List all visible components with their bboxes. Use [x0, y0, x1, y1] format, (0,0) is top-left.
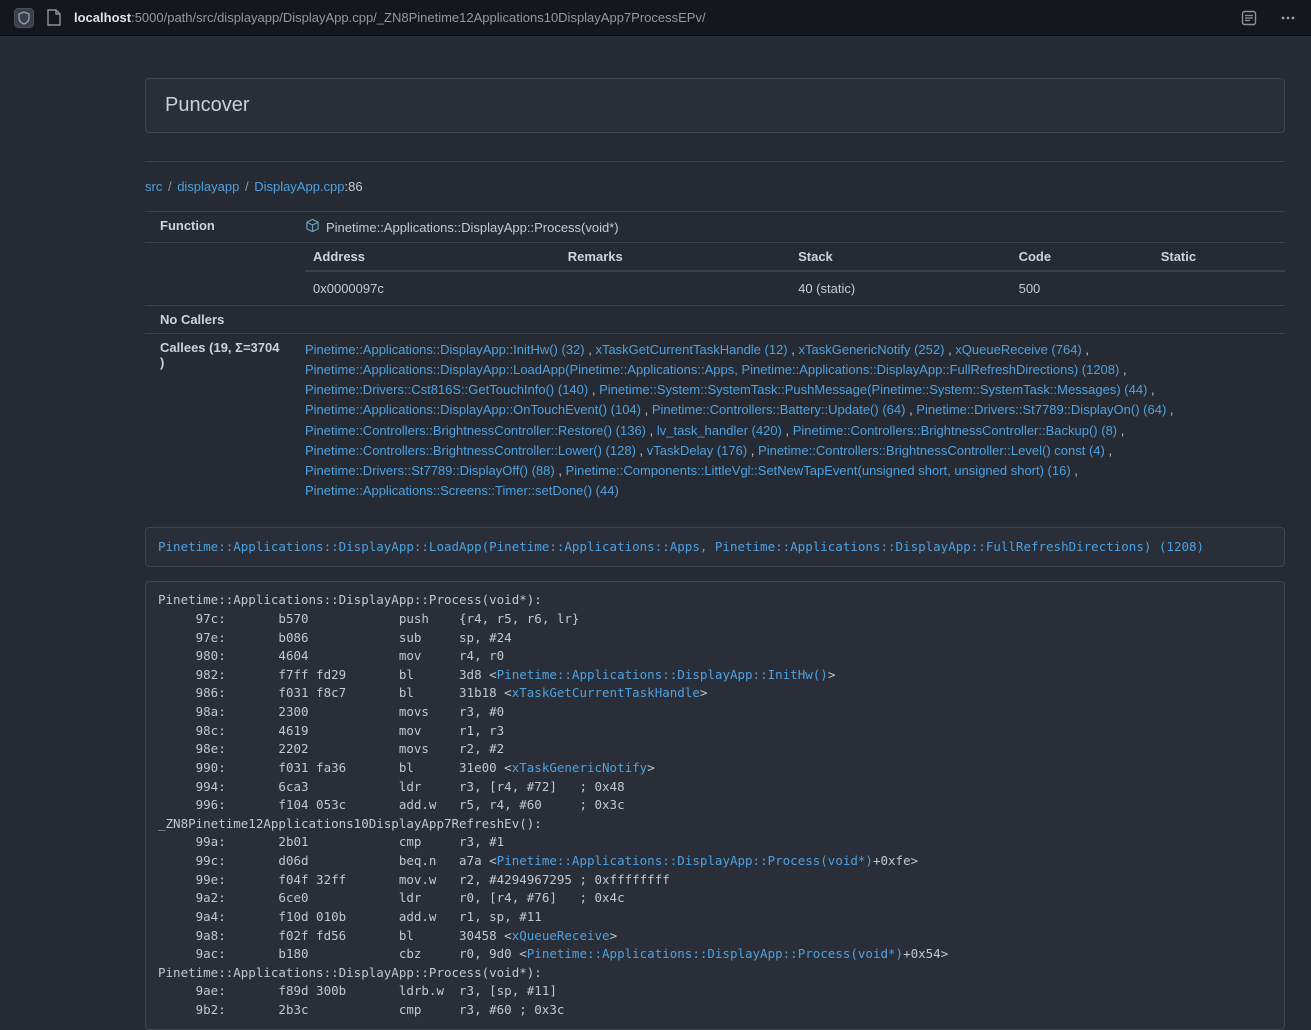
callee-link[interactable]: Pinetime::Controllers::BrightnessControl… — [793, 423, 1117, 438]
stats-column-header: Static — [1153, 243, 1285, 271]
page-icon — [47, 9, 61, 26]
disasm-line: Pinetime::Applications::DisplayApp::Proc… — [158, 964, 1272, 983]
method-cube-icon — [305, 218, 320, 236]
toolbar-left: localhost:5000/path/src/displayapp/Displ… — [14, 8, 1241, 28]
function-stats-row: AddressRemarksStackCodeStatic 0x0000097c… — [145, 243, 1285, 306]
disasm-line: 97c: b570 push {r4, r5, r6, lr} — [158, 610, 1272, 629]
disasm-line: 9a4: f10d 010b add.w r1, sp, #11 — [158, 908, 1272, 927]
callee-link[interactable]: Pinetime::Drivers::St7789::DisplayOff() … — [305, 463, 555, 478]
callee-link[interactable]: Pinetime::Controllers::BrightnessControl… — [305, 443, 636, 458]
url-path: :5000/path/src/displayapp/DisplayApp.cpp… — [131, 10, 706, 25]
disasm-line: 9b2: 2b3c cmp r3, #60 ; 0x3c — [158, 1001, 1272, 1020]
disasm-line: 99a: 2b01 cmp r3, #1 — [158, 833, 1272, 852]
function-table: Function Pinetime::Applications::Display… — [145, 211, 1285, 507]
reader-mode-icon[interactable] — [1241, 10, 1257, 26]
callees-label: Callees (19, Σ=3704 ) — [145, 334, 290, 508]
stats-column-header: Remarks — [560, 243, 790, 271]
stats-column-header: Code — [1011, 243, 1153, 271]
disasm-line: 9a8: f02f fd56 bl 30458 <xQueueReceive> — [158, 927, 1272, 946]
divider — [145, 161, 1285, 162]
url-bar[interactable]: localhost:5000/path/src/displayapp/Displ… — [74, 10, 706, 25]
callee-link[interactable]: xQueueReceive (764) — [955, 342, 1081, 357]
disasm-line: 99c: d06d beq.n a7a <Pinetime::Applicati… — [158, 852, 1272, 871]
disasm-line: 996: f104 053c add.w r5, r4, #60 ; 0x3c — [158, 796, 1272, 815]
callee-link[interactable]: Pinetime::Controllers::BrightnessControl… — [758, 443, 1105, 458]
disasm-line: 97e: b086 sub sp, #24 — [158, 629, 1272, 648]
breadcrumb-separator: / — [239, 179, 254, 194]
callee-link[interactable]: xTaskGenericNotify (252) — [799, 342, 945, 357]
stats-column-header: Stack — [790, 243, 1011, 271]
stats-cell: 500 — [1011, 271, 1153, 305]
toolbar-right — [1241, 9, 1297, 27]
disasm-line: Pinetime::Applications::DisplayApp::Proc… — [158, 591, 1272, 610]
app-header-panel: Puncover — [145, 78, 1285, 133]
browser-toolbar: localhost:5000/path/src/displayapp/Displ… — [0, 0, 1311, 36]
disasm-line: 994: 6ca3 ldr r3, [r4, #72] ; 0x48 — [158, 778, 1272, 797]
breadcrumb-link[interactable]: DisplayApp.cpp — [254, 179, 344, 194]
function-name: Pinetime::Applications::DisplayApp::Proc… — [326, 220, 619, 235]
callee-link[interactable]: Pinetime::Drivers::St7789::DisplayOn() (… — [916, 402, 1166, 417]
symbol-link[interactable]: Pinetime::Applications::DisplayApp::Proc… — [527, 946, 903, 961]
callee-link[interactable]: vTaskDelay (176) — [647, 443, 747, 458]
menu-ellipsis-icon[interactable] — [1279, 9, 1297, 27]
function-row: Function Pinetime::Applications::Display… — [145, 212, 1285, 243]
symbol-link[interactable]: xTaskGenericNotify — [512, 760, 647, 775]
symbol-link[interactable]: xQueueReceive — [512, 928, 610, 943]
function-stats-table: AddressRemarksStackCodeStatic 0x0000097c… — [305, 243, 1285, 305]
symbol-link[interactable]: Pinetime::Applications::DisplayApp::Init… — [497, 667, 828, 682]
breadcrumb-line-suffix: :86 — [345, 179, 363, 194]
callee-link[interactable]: xTaskGetCurrentTaskHandle (12) — [595, 342, 787, 357]
selected-callee-box: Pinetime::Applications::DisplayApp::Load… — [145, 527, 1285, 567]
breadcrumb-link[interactable]: src — [145, 179, 162, 194]
disasm-line: 99e: f04f 32ff mov.w r2, #4294967295 ; 0… — [158, 871, 1272, 890]
disasm-line: 98e: 2202 movs r2, #2 — [158, 740, 1272, 759]
page-container: Puncover src / displayapp / DisplayApp.c… — [145, 78, 1285, 1030]
function-label: Function — [145, 212, 290, 243]
callee-link[interactable]: lv_task_handler (420) — [657, 423, 782, 438]
selected-callee-link[interactable]: Pinetime::Applications::DisplayApp::Load… — [158, 539, 1204, 554]
callee-link[interactable]: Pinetime::Applications::Screens::Timer::… — [305, 483, 619, 498]
symbol-link[interactable]: xTaskGetCurrentTaskHandle — [512, 685, 700, 700]
disasm-line: 98c: 4619 mov r1, r3 — [158, 722, 1272, 741]
app-title: Puncover — [165, 94, 250, 116]
callee-link[interactable]: Pinetime::Applications::DisplayApp::Init… — [305, 342, 585, 357]
disassembly-block: Pinetime::Applications::DisplayApp::Proc… — [145, 581, 1285, 1030]
symbol-link[interactable]: Pinetime::Applications::DisplayApp::Proc… — [497, 853, 873, 868]
stats-column-header: Address — [305, 243, 560, 271]
stats-cell — [560, 271, 790, 305]
callee-link[interactable]: Pinetime::Applications::DisplayApp::OnTo… — [305, 402, 641, 417]
disasm-line: 9ac: b180 cbz r0, 9d0 <Pinetime::Applica… — [158, 945, 1272, 964]
stats-cell: 40 (static) — [790, 271, 1011, 305]
callee-link[interactable]: Pinetime::Components::LittleVgl::SetNewT… — [566, 463, 1071, 478]
callee-link[interactable]: Pinetime::Controllers::Battery::Update()… — [652, 402, 906, 417]
callee-link[interactable]: Pinetime::System::SystemTask::PushMessag… — [599, 382, 1147, 397]
shield-icon[interactable] — [14, 8, 34, 28]
disasm-line: 982: f7ff fd29 bl 3d8 <Pinetime::Applica… — [158, 666, 1272, 685]
breadcrumb: src / displayapp / DisplayApp.cpp:86 — [145, 179, 1285, 194]
stats-cell: 0x0000097c — [305, 271, 560, 305]
callee-link[interactable]: Pinetime::Controllers::BrightnessControl… — [305, 423, 646, 438]
breadcrumb-separator: / — [162, 179, 177, 194]
disasm-line: 98a: 2300 movs r3, #0 — [158, 703, 1272, 722]
disasm-line: 986: f031 f8c7 bl 31b18 <xTaskGetCurrent… — [158, 684, 1272, 703]
callees-row: Callees (19, Σ=3704 ) Pinetime::Applicat… — [145, 334, 1285, 508]
breadcrumb-link[interactable]: displayapp — [177, 179, 239, 194]
disasm-line: 990: f031 fa36 bl 31e00 <xTaskGenericNot… — [158, 759, 1272, 778]
disasm-line: 9ae: f89d 300b ldrb.w r3, [sp, #11] — [158, 982, 1272, 1001]
callees-list: Pinetime::Applications::DisplayApp::Init… — [290, 334, 1285, 508]
no-callers-row: No Callers — [145, 306, 1285, 334]
callee-link[interactable]: Pinetime::Drivers::Cst816S::GetTouchInfo… — [305, 382, 588, 397]
disasm-line: 9a2: 6ce0 ldr r0, [r4, #76] ; 0x4c — [158, 889, 1272, 908]
no-callers-label: No Callers — [145, 306, 290, 334]
stats-cell — [1153, 271, 1285, 305]
callee-link[interactable]: Pinetime::Applications::DisplayApp::Load… — [305, 362, 1119, 377]
disasm-line: 980: 4604 mov r4, r0 — [158, 647, 1272, 666]
url-host: localhost — [74, 10, 131, 25]
disasm-line: _ZN8Pinetime12Applications10DisplayApp7R… — [158, 815, 1272, 834]
